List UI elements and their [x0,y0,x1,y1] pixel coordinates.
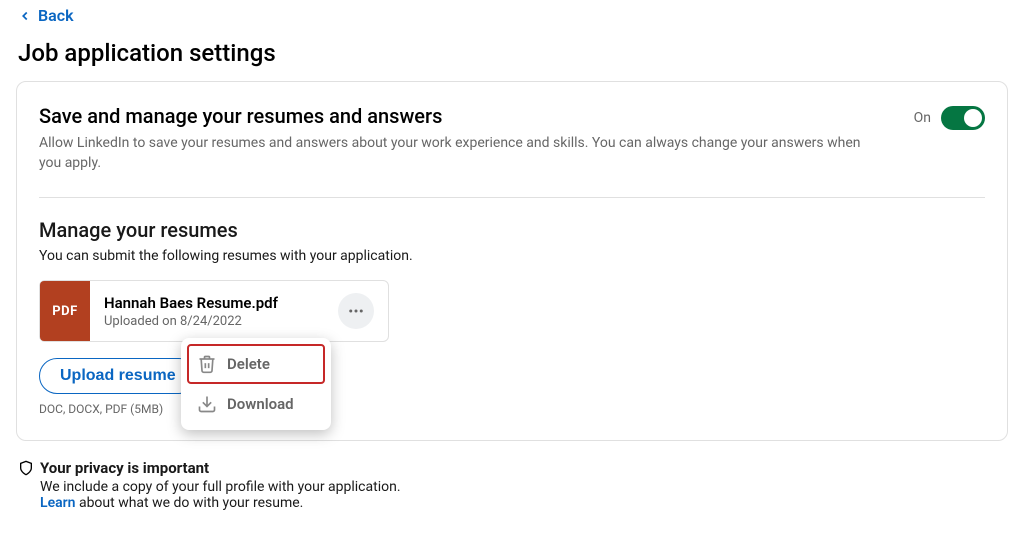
toggle-wrap: On [914,106,985,130]
download-option[interactable]: Download [187,384,325,424]
resume-block: PDF Hannah Baes Resume.pdf Uploaded on 8… [39,280,985,416]
privacy-body: We include a copy of your full profile w… [40,479,1006,511]
resume-options-dropdown: Delete Download [181,338,331,430]
delete-label: Delete [227,355,270,373]
toggle-label: On [914,110,931,126]
delete-option[interactable]: Delete [187,344,325,384]
save-section-header: Save and manage your resumes and answers… [39,104,985,173]
upload-resume-button[interactable]: Upload resume [39,358,197,394]
back-link[interactable]: Back [0,0,1024,25]
download-icon [197,394,217,414]
privacy-line2: Learn about what we do with your resume. [40,495,1006,511]
toggle-knob [964,109,982,127]
privacy-heading-row: Your privacy is important [18,459,1006,477]
more-options-button[interactable] [338,293,374,329]
privacy-heading: Your privacy is important [40,459,209,477]
privacy-block: Your privacy is important We include a c… [0,441,1024,511]
resume-info: Hannah Baes Resume.pdf Uploaded on 8/24/… [90,294,338,329]
privacy-line2-rest: about what we do with your resume. [75,495,303,511]
manage-desc: You can submit the following resumes wit… [39,248,985,264]
privacy-line1: We include a copy of your full profile w… [40,479,1006,495]
file-type-badge: PDF [40,281,90,341]
save-section-title: Save and manage your resumes and answers [39,104,879,128]
download-label: Download [227,395,294,413]
settings-card: Save and manage your resumes and answers… [16,81,1008,441]
save-section-text: Save and manage your resumes and answers… [39,104,879,173]
resume-filename: Hannah Baes Resume.pdf [104,294,324,312]
trash-icon [197,354,217,374]
more-horizontal-icon [347,302,365,320]
chevron-left-icon [18,9,32,23]
divider [39,197,985,198]
resume-uploaded: Uploaded on 8/24/2022 [104,314,324,329]
page-title: Job application settings [0,25,1024,81]
back-label: Back [38,6,74,25]
learn-link[interactable]: Learn [40,495,75,511]
resume-row: PDF Hannah Baes Resume.pdf Uploaded on 8… [39,280,389,342]
save-section-desc: Allow LinkedIn to save your resumes and … [39,134,879,173]
save-toggle[interactable] [941,106,985,130]
manage-title: Manage your resumes [39,218,985,242]
shield-icon [18,460,34,476]
